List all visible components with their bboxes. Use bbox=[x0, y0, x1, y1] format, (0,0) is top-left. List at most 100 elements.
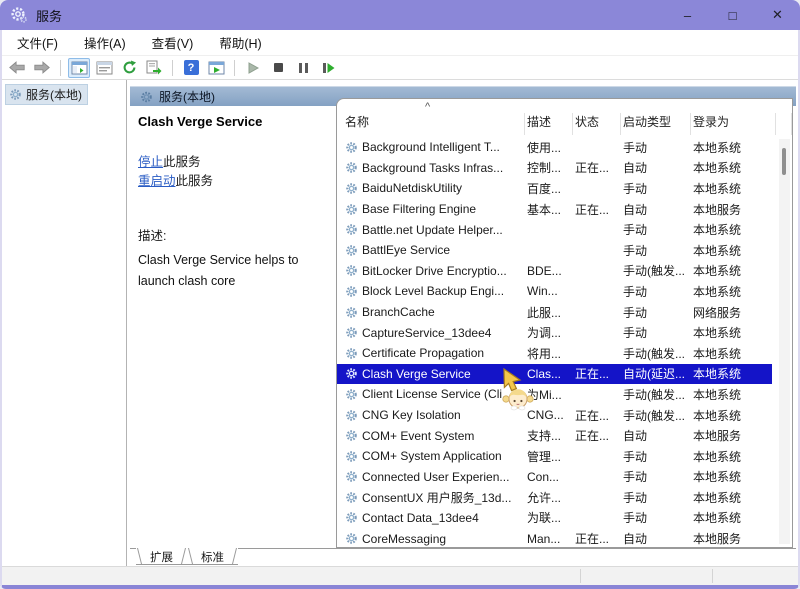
close-button[interactable]: ✕ bbox=[755, 0, 800, 30]
service-name-cell: Base Filtering Engine bbox=[343, 202, 525, 216]
service-gear-icon bbox=[345, 203, 358, 216]
tab-standard[interactable]: 标准 bbox=[187, 548, 238, 565]
service-startup-type: 自动 bbox=[621, 427, 691, 444]
service-gear-icon bbox=[345, 429, 358, 442]
service-logon-as: 本地系统 bbox=[691, 159, 776, 176]
maximize-button[interactable]: □ bbox=[710, 0, 755, 30]
restart-service-line: 重启动此服务 bbox=[138, 172, 330, 191]
service-description: 将用... bbox=[525, 345, 573, 362]
table-row[interactable]: COM+ Event System 支持... 正在... 自动 本地服务 bbox=[337, 425, 772, 446]
table-row[interactable]: CaptureService_13dee4 为调... 手动 本地系统 bbox=[337, 322, 772, 343]
table-row[interactable]: BattlEye Service 手动 本地系统 bbox=[337, 240, 772, 261]
service-name: Base Filtering Engine bbox=[362, 202, 476, 216]
service-gear-icon bbox=[345, 347, 358, 360]
help-icon[interactable]: ? bbox=[180, 58, 202, 78]
menu-action[interactable]: 操作(A) bbox=[71, 30, 139, 55]
service-logon-as: 本地系统 bbox=[691, 324, 776, 341]
service-name-cell: Background Intelligent T... bbox=[343, 140, 525, 154]
forward-icon[interactable] bbox=[31, 58, 53, 78]
column-header-status[interactable]: 状态 bbox=[573, 113, 621, 135]
menu-file[interactable]: 文件(F) bbox=[4, 30, 71, 55]
service-name-cell: CNG Key Isolation bbox=[343, 408, 525, 422]
service-logon-as: 本地系统 bbox=[691, 468, 776, 485]
scrollbar-thumb[interactable] bbox=[782, 148, 786, 175]
table-row[interactable]: CoreMessaging Man... 正在... 自动 本地服务 bbox=[337, 528, 772, 547]
service-description: 此服... bbox=[525, 304, 573, 321]
service-name: BranchCache bbox=[362, 305, 435, 319]
column-header-description[interactable]: 描述 bbox=[525, 113, 573, 135]
minimize-button[interactable]: – bbox=[665, 0, 710, 30]
status-bar-divider bbox=[580, 569, 581, 583]
table-row[interactable]: CNG Key Isolation CNG... 正在... 手动(触发... … bbox=[337, 405, 772, 426]
table-row[interactable]: Connected User Experien... Con... 手动 本地系… bbox=[337, 467, 772, 488]
stop-service-link[interactable]: 停止 bbox=[138, 155, 163, 169]
column-header-name[interactable]: 名称 bbox=[343, 113, 525, 135]
service-name-cell: BattlEye Service bbox=[343, 243, 525, 257]
service-startup-type: 手动 bbox=[621, 468, 691, 485]
restart-service-icon[interactable] bbox=[317, 58, 339, 78]
table-row[interactable]: Client License Service (Cli... 为Mi... 手动… bbox=[337, 384, 772, 405]
service-gear-icon bbox=[345, 326, 358, 339]
back-icon[interactable] bbox=[6, 58, 28, 78]
service-startup-type: 手动 bbox=[621, 489, 691, 506]
table-row[interactable]: BitLocker Drive Encryptio... BDE... 手动(触… bbox=[337, 261, 772, 282]
service-logon-as: 本地系统 bbox=[691, 283, 776, 300]
service-name-cell: Battle.net Update Helper... bbox=[343, 223, 525, 237]
restart-service-link[interactable]: 重启动 bbox=[138, 174, 176, 188]
service-description: 控制... bbox=[525, 159, 573, 176]
table-row[interactable]: ConsentUX 用户服务_13d... 允许... 手动 本地系统 bbox=[337, 487, 772, 508]
table-row[interactable]: Background Tasks Infras... 控制... 正在... 自… bbox=[337, 158, 772, 179]
menu-view[interactable]: 查看(V) bbox=[139, 30, 207, 55]
table-row[interactable]: Battle.net Update Helper... 手动 本地系统 bbox=[337, 219, 772, 240]
toolbar: ? bbox=[0, 56, 800, 80]
service-description: Clas... bbox=[525, 367, 573, 381]
service-startup-type: 手动 bbox=[621, 509, 691, 526]
service-logon-as: 本地系统 bbox=[691, 509, 776, 526]
service-startup-type: 自动 bbox=[621, 530, 691, 547]
properties-icon[interactable] bbox=[93, 58, 115, 78]
table-row[interactable]: Contact Data_13dee4 为联... 手动 本地系统 bbox=[337, 508, 772, 529]
column-header-startup-type[interactable]: 启动类型 bbox=[621, 113, 691, 135]
vertical-scrollbar[interactable] bbox=[779, 139, 790, 544]
services-header-label: 服务(本地) bbox=[159, 88, 215, 105]
service-gear-icon bbox=[345, 244, 358, 257]
service-description: Man... bbox=[525, 532, 573, 546]
table-row[interactable]: BaiduNetdiskUtility 百度... 手动 本地系统 bbox=[337, 178, 772, 199]
table-row[interactable]: Certificate Propagation 将用... 手动(触发... 本… bbox=[337, 343, 772, 364]
refresh-icon[interactable] bbox=[118, 58, 140, 78]
service-gear-icon bbox=[345, 285, 358, 298]
tree-item-services-local[interactable]: 服务(本地) bbox=[5, 84, 88, 105]
table-row[interactable]: Base Filtering Engine 基本... 正在... 自动 本地服… bbox=[337, 199, 772, 220]
service-name: Clash Verge Service bbox=[362, 367, 471, 381]
table-row[interactable]: Block Level Backup Engi... Win... 手动 本地系… bbox=[337, 281, 772, 302]
view-tabs: 扩展 标准 bbox=[130, 548, 796, 566]
service-logon-as: 本地系统 bbox=[691, 139, 776, 156]
service-name: COM+ System Application bbox=[362, 449, 502, 463]
extended-pane: Clash Verge Service 停止此服务 重启动此服务 描述: Cla… bbox=[138, 114, 330, 292]
service-name-cell: Connected User Experien... bbox=[343, 470, 525, 484]
table-row[interactable]: COM+ System Application 管理... 手动 本地系统 bbox=[337, 446, 772, 467]
service-name: BaiduNetdiskUtility bbox=[362, 181, 462, 195]
service-logon-as: 本地系统 bbox=[691, 221, 776, 238]
export-list-icon[interactable] bbox=[143, 58, 165, 78]
service-name: Client License Service (Cli... bbox=[362, 387, 512, 401]
stop-service-icon[interactable] bbox=[267, 58, 289, 78]
show-window-icon[interactable] bbox=[205, 58, 227, 78]
service-gear-icon bbox=[345, 182, 358, 195]
service-startup-type: 手动 bbox=[621, 139, 691, 156]
menu-help[interactable]: 帮助(H) bbox=[206, 30, 274, 55]
service-name-cell: Client License Service (Cli... bbox=[343, 387, 525, 401]
column-header-logon-as[interactable]: 登录为 bbox=[691, 113, 776, 135]
tab-extended[interactable]: 扩展 bbox=[136, 548, 187, 565]
service-name-cell: CoreMessaging bbox=[343, 532, 525, 546]
service-status: 正在... bbox=[573, 407, 621, 424]
table-row[interactable]: BranchCache 此服... 手动 网络服务 bbox=[337, 302, 772, 323]
table-row[interactable]: Clash Verge Service Clas... 正在... 自动(延迟.… bbox=[337, 364, 772, 385]
table-row[interactable]: Background Intelligent T... 使用... 手动 本地系… bbox=[337, 137, 772, 158]
service-name-cell: BranchCache bbox=[343, 305, 525, 319]
pause-service-icon[interactable] bbox=[292, 58, 314, 78]
service-status: 正在... bbox=[573, 427, 621, 444]
show-console-tree-icon[interactable] bbox=[68, 58, 90, 78]
start-service-icon[interactable] bbox=[242, 58, 264, 78]
service-name-cell: Contact Data_13dee4 bbox=[343, 511, 525, 525]
